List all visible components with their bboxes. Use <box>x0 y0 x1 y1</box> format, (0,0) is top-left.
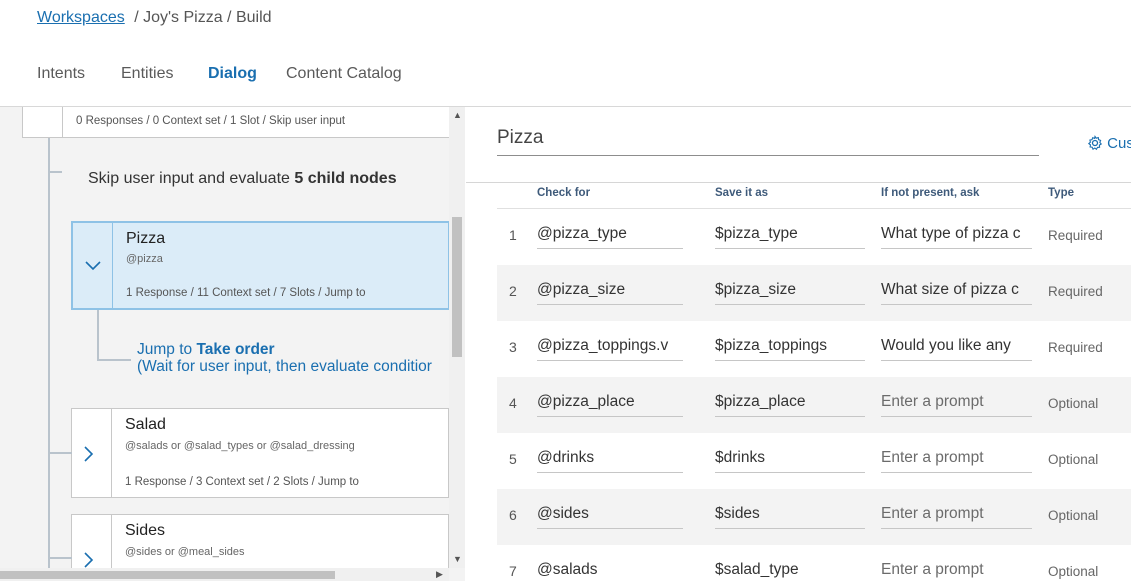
prompt-field[interactable]: Enter a prompt <box>881 390 1032 417</box>
chevron-down-icon <box>84 256 102 277</box>
vertical-scrollbar[interactable]: ▲ ▼ <box>449 107 465 568</box>
node-condition: @salads or @salad_types or @salad_dressi… <box>125 440 355 452</box>
node-name-input[interactable]: Pizza <box>497 127 1039 156</box>
slot-row: 5 @drinks $drinks Enter a prompt Optiona… <box>497 433 1131 489</box>
scroll-right-arrow-icon[interactable]: ▶ <box>436 569 443 580</box>
jump-target: Take order <box>196 341 275 358</box>
scrollbar-thumb[interactable] <box>452 217 462 357</box>
prompt-field[interactable]: What size of pizza c <box>881 278 1032 305</box>
save-as-field[interactable]: $salad_type <box>715 558 865 581</box>
prompt-field[interactable]: Enter a prompt <box>881 558 1032 581</box>
parent-node-card[interactable]: 0 Responses / 0 Context set / 1 Slot / S… <box>22 107 452 138</box>
node-condition: @pizza <box>126 253 163 265</box>
column-header-save-it-as: Save it as <box>715 187 769 199</box>
node-editor-panel: Pizza Cus Check for Save it as If not pr… <box>466 107 1131 581</box>
workspaces-link[interactable]: Workspaces <box>37 9 125 26</box>
tree-connector <box>97 359 131 361</box>
prompt-field[interactable]: Would you like any <box>881 334 1032 361</box>
node-title: Salad <box>125 416 166 433</box>
chevron-right-icon <box>83 445 95 468</box>
save-as-field[interactable]: $pizza_toppings <box>715 334 865 361</box>
save-as-field[interactable]: $pizza_place <box>715 390 865 417</box>
skip-user-input-text: Skip user input and evaluate 5 child nod… <box>88 170 397 187</box>
slot-number: 1 <box>509 227 517 243</box>
slot-row: 1 @pizza_type $pizza_type What type of p… <box>497 209 1131 265</box>
tab-entities[interactable]: Entities <box>121 65 173 108</box>
slot-number: 7 <box>509 563 517 579</box>
jump-to-text[interactable]: Jump to Take order <box>137 341 275 359</box>
tree-connector <box>48 171 62 173</box>
slot-row: 6 @sides $sides Enter a prompt Optional <box>497 489 1131 545</box>
check-for-field[interactable]: @drinks <box>537 446 683 473</box>
save-as-field[interactable]: $pizza_size <box>715 278 865 305</box>
customize-label: Cus <box>1107 135 1131 152</box>
prompt-field[interactable]: Enter a prompt <box>881 502 1032 529</box>
node-salad[interactable]: Salad @salads or @salad_types or @salad_… <box>71 408 449 498</box>
slot-row: 4 @pizza_place $pizza_place Enter a prom… <box>497 377 1131 433</box>
dialog-tree-panel: 0 Responses / 0 Context set / 1 Slot / S… <box>0 107 465 581</box>
tree-connector <box>48 138 50 578</box>
node-condition: @sides or @meal_sides <box>125 546 245 558</box>
customize-link[interactable]: Cus <box>1087 135 1131 155</box>
node-salad-expander[interactable] <box>72 409 112 497</box>
slot-type[interactable]: Optional <box>1048 564 1098 579</box>
slot-row: 7 @salads $salad_type Enter a prompt Opt… <box>497 545 1131 581</box>
tab-dialog[interactable]: Dialog <box>208 65 257 109</box>
check-for-field[interactable]: @pizza_toppings.v <box>537 334 683 361</box>
prompt-field[interactable]: What type of pizza c <box>881 222 1032 249</box>
tab-bar: Intents Entities Dialog Content Catalog <box>0 62 1131 109</box>
slot-type[interactable]: Optional <box>1048 396 1098 411</box>
node-title: Sides <box>125 522 166 539</box>
tree-connector <box>48 452 72 454</box>
scrollbar-thumb[interactable] <box>0 571 335 579</box>
scroll-down-arrow-icon[interactable]: ▼ <box>453 554 462 564</box>
node-title: Pizza <box>126 230 166 247</box>
check-for-field[interactable]: @pizza_place <box>537 390 683 417</box>
tree-connector <box>48 557 72 559</box>
tab-content-catalog[interactable]: Content Catalog <box>286 65 402 108</box>
slot-number: 4 <box>509 395 517 411</box>
check-for-field[interactable]: @salads <box>537 558 683 581</box>
breadcrumb-path: / Joy's Pizza / Build <box>134 9 272 26</box>
slot-type[interactable]: Optional <box>1048 508 1098 523</box>
parent-node-expander[interactable] <box>23 107 63 137</box>
tree-connector <box>97 310 99 360</box>
check-for-field[interactable]: @pizza_type <box>537 222 683 249</box>
slot-type[interactable]: Required <box>1048 340 1103 355</box>
slot-number: 6 <box>509 507 517 523</box>
slot-number: 3 <box>509 339 517 355</box>
node-meta: 1 Response / 11 Context set / 7 Slots / … <box>126 287 366 299</box>
scroll-up-arrow-icon[interactable]: ▲ <box>453 110 462 120</box>
slot-type[interactable]: Required <box>1048 284 1103 299</box>
node-pizza-expander[interactable] <box>73 223 113 308</box>
slot-row: 3 @pizza_toppings.v $pizza_toppings Woul… <box>497 321 1131 377</box>
gear-icon <box>1087 135 1103 155</box>
slot-type[interactable]: Required <box>1048 228 1103 243</box>
save-as-field[interactable]: $sides <box>715 502 865 529</box>
horizontal-scrollbar[interactable]: ▶ <box>0 568 449 581</box>
slot-number: 2 <box>509 283 517 299</box>
save-as-field[interactable]: $drinks <box>715 446 865 473</box>
parent-node-meta: 0 Responses / 0 Context set / 1 Slot / S… <box>76 115 346 127</box>
breadcrumb: Workspaces / Joy's Pizza / Build <box>37 9 272 27</box>
check-for-field[interactable]: @pizza_size <box>537 278 683 305</box>
jump-subtext: (Wait for user input, then evaluate cond… <box>137 358 432 375</box>
check-for-field[interactable]: @sides <box>537 502 683 529</box>
node-pizza[interactable]: Pizza @pizza 1 Response / 11 Context set… <box>72 222 449 309</box>
slot-number: 5 <box>509 451 517 467</box>
slot-row: 2 @pizza_size $pizza_size What size of p… <box>497 265 1131 321</box>
prompt-field[interactable]: Enter a prompt <box>881 446 1032 473</box>
column-header-type: Type <box>1048 187 1074 199</box>
node-meta: 1 Response / 3 Context set / 2 Slots / J… <box>125 476 359 488</box>
tab-intents[interactable]: Intents <box>37 65 85 108</box>
column-header-check-for: Check for <box>537 187 591 199</box>
save-as-field[interactable]: $pizza_type <box>715 222 865 249</box>
slot-type[interactable]: Optional <box>1048 452 1098 467</box>
column-header-if-not-present: If not present, ask <box>881 187 980 199</box>
section-divider <box>466 182 1131 183</box>
